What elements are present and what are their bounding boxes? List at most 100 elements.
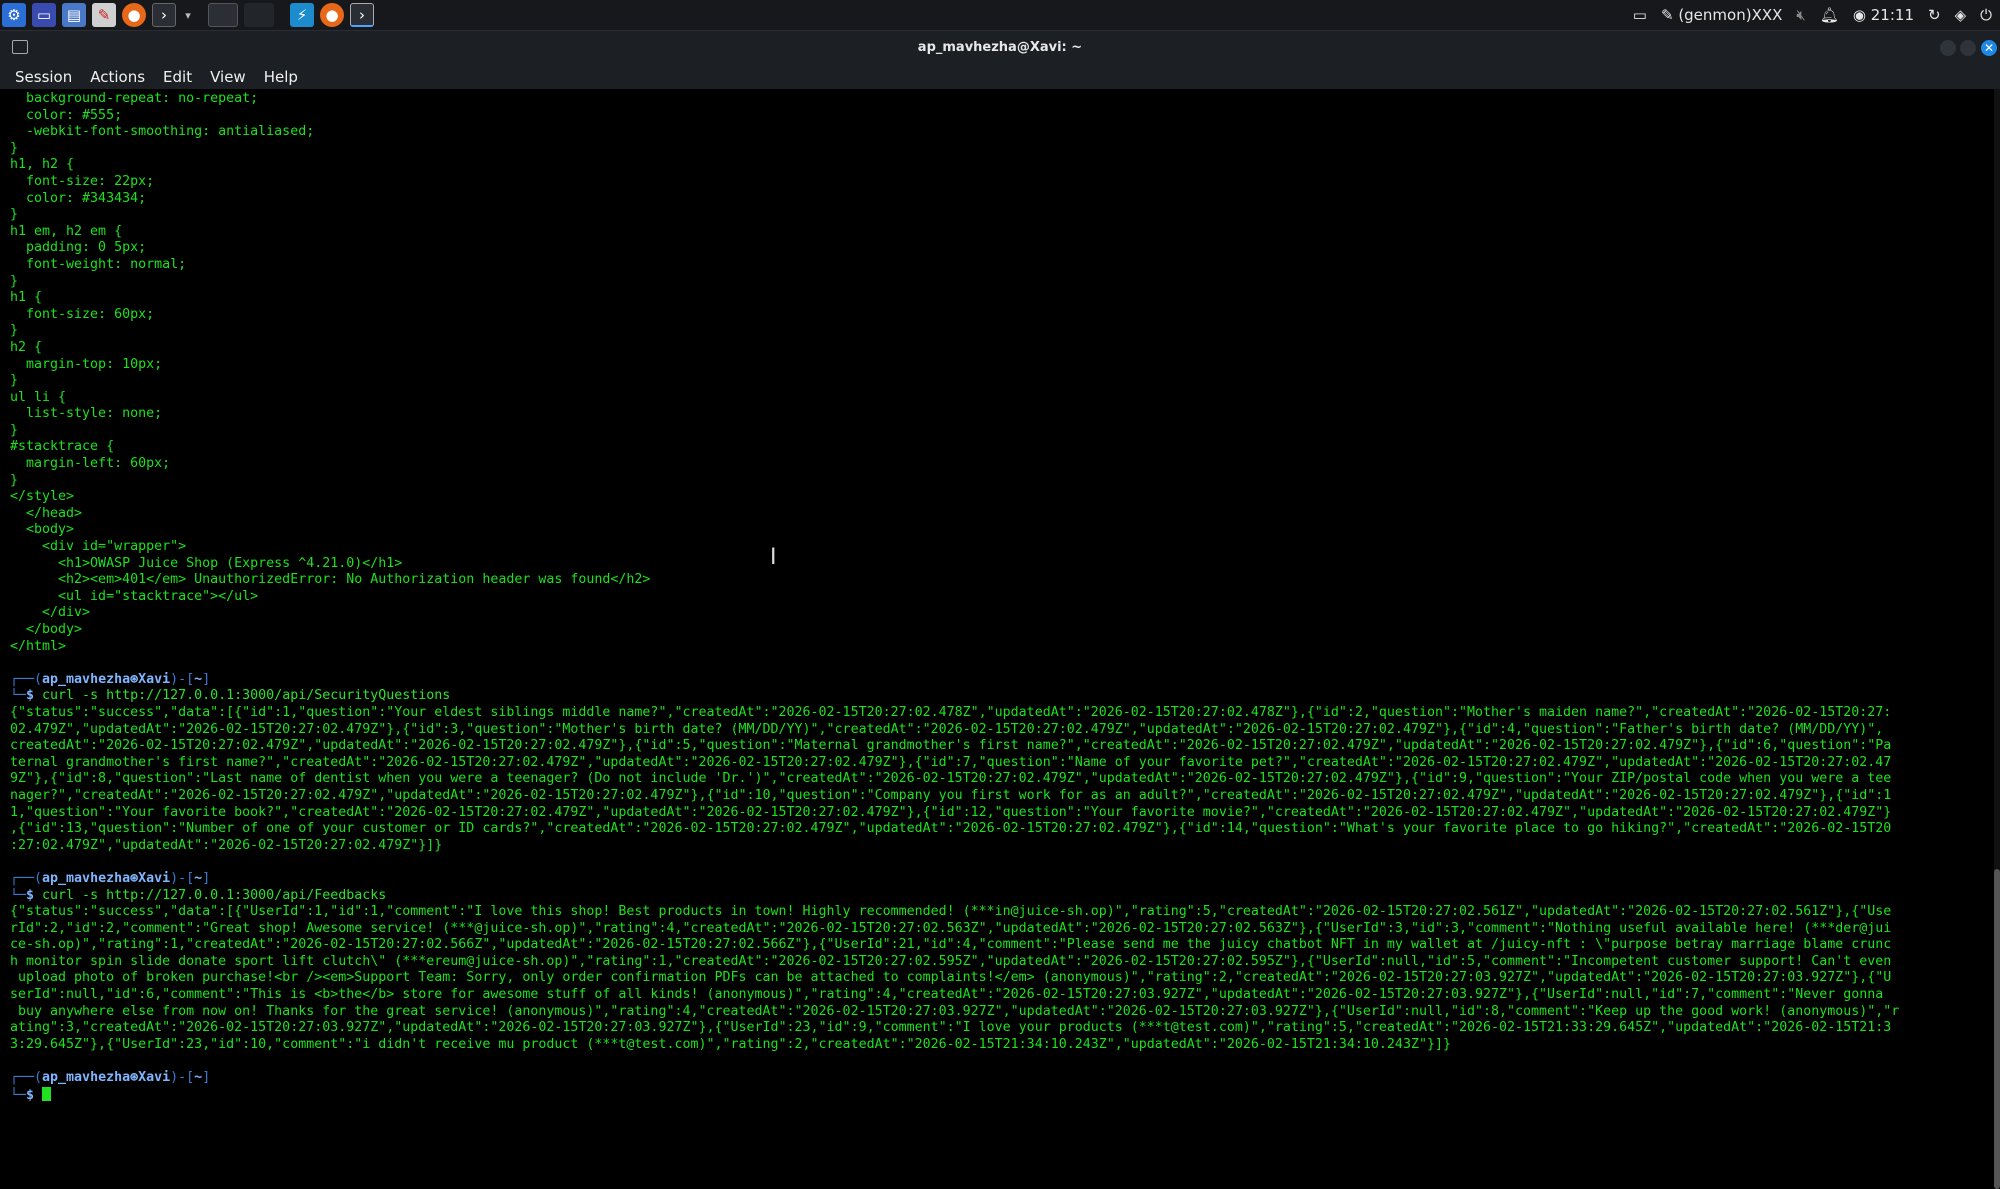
maximize-button[interactable] [1960, 40, 1976, 56]
prompt-bracket: ┌──( [10, 671, 43, 687]
top-panel: ⚙ ▭ ▤ ✎ ● › ▾ ⚡ ● › ▭ ✎ (genmon)XXX 🔇︎ 🔔… [0, 0, 2000, 31]
workspace-1[interactable] [208, 3, 238, 27]
terminal-line: ,{"id":13,"question":"Number of one of y… [10, 821, 1892, 837]
prompt-dollar: $ [26, 1087, 43, 1103]
chevron-down-icon[interactable]: ▾ [182, 3, 194, 27]
prompt-host: Xavi [138, 671, 171, 687]
terminal-line: {"status":"success","data":[{"UserId":1,… [10, 904, 1892, 920]
launcher-area: ⚙ ▭ ▤ ✎ ● › ▾ ⚡ ● › [2, 3, 380, 27]
firefox-icon[interactable]: ● [122, 3, 146, 27]
terminal-line: color: #555; [10, 107, 123, 123]
prompt-host: Xavi [138, 1070, 171, 1086]
scrollbar[interactable] [1994, 89, 2000, 1189]
terminal-line: ce-sh.op)","rating":1,"createdAt":"2026-… [10, 937, 1892, 953]
terminal-line: <div id="wrapper"> [10, 539, 187, 555]
prompt-bracket: ┌──( [10, 870, 43, 886]
clock[interactable]: ◉ 21:11 [1853, 6, 1914, 24]
terminal-line: font-size: 60px; [10, 306, 155, 322]
file-manager-icon[interactable]: ▤ [62, 3, 86, 27]
prompt-user: ap_mavhezha [42, 1070, 131, 1086]
window-titlebar[interactable]: ap_mavhezha@Xavi: ~ ✕ [0, 31, 2000, 65]
command-line: └─$ curl -s http://127.0.0.1:3000/api/Se… [10, 688, 1970, 705]
terminal-line: nager?","createdAt":"2026-02-15T20:27:02… [10, 787, 1892, 803]
terminal-icon[interactable]: › [152, 3, 176, 27]
terminal-line: buy anywhere else from now on! Thanks fo… [10, 1003, 1900, 1019]
prompt-corner: └─ [10, 887, 27, 903]
terminal-line: font-size: 22px; [10, 173, 155, 189]
terminal-line: 3:29.645Z"},{"UserId":23,"id":10,"commen… [10, 1036, 1451, 1052]
prompt-bracket: ┌──( [10, 1070, 43, 1086]
kali-menu-icon[interactable]: ⚙ [2, 3, 26, 27]
terminal-line: margin-top: 10px; [10, 356, 163, 372]
terminal-line: } [10, 140, 19, 156]
terminal-line: upload photo of broken purchase!<br /><e… [10, 970, 1892, 986]
prompt-dollar: $ [26, 688, 43, 704]
power-icon[interactable]: ⏻ [1980, 6, 1992, 24]
menu-view[interactable]: View [210, 68, 246, 86]
terminal-line: h2 { [10, 339, 43, 355]
command-text: curl -s http://127.0.0.1:3000/api/Feedba… [42, 887, 387, 903]
terminal-line: } [10, 422, 19, 438]
menu-edit[interactable]: Edit [163, 68, 192, 86]
terminal-line: 9Z"},{"id":8,"question":"Last name of de… [10, 771, 1892, 787]
workspace-2[interactable] [244, 3, 274, 27]
prompt-dollar: $ [26, 887, 43, 903]
terminal-line: h monitor spin slide donate sport lift c… [10, 953, 1892, 969]
prompt-bracket: )-[ [170, 671, 195, 687]
firefox-task-icon[interactable]: ● [320, 3, 344, 27]
command-line: └─$ curl -s http://127.0.0.1:3000/api/Fe… [10, 888, 1970, 905]
scrollbar-thumb[interactable] [1994, 869, 2000, 1189]
terminal-line: 1,"question":"Your favorite book?","crea… [10, 804, 1892, 820]
window-title: ap_mavhezha@Xavi: ~ [917, 40, 1083, 55]
monitor-icon[interactable]: ▭ [1633, 6, 1647, 24]
terminal-line: {"status":"success","data":[{"id":1,"que… [10, 704, 1892, 720]
terminal-line: :27:02.479Z","updatedAt":"2026-02-15T20:… [10, 837, 443, 853]
prompt-dir: ~ [194, 1070, 203, 1086]
terminal-task-icon[interactable]: › [350, 3, 374, 27]
terminal-line: ating":3,"createdAt":"2026-02-15T20:27:0… [10, 1020, 1892, 1036]
terminal-line: </div> [10, 605, 91, 621]
terminal-line: h1 { [10, 290, 43, 306]
prompt-bracket: )-[ [170, 1070, 195, 1086]
terminal-line: <ul id="stacktrace"></ul> [10, 588, 259, 604]
bell-icon[interactable]: 🔔︎ [1820, 6, 1839, 24]
minimize-button[interactable] [1940, 40, 1956, 56]
prompt-host: Xavi [138, 870, 171, 886]
terminal-line: list-style: none; [10, 406, 163, 422]
prompt-user: ap_mavhezha [42, 870, 131, 886]
prompt-at-icon: ⊛ [130, 671, 139, 687]
clock-text: 21:11 [1870, 6, 1914, 24]
menu-actions[interactable]: Actions [90, 68, 145, 86]
terminal-line: <h1>OWASP Juice Shop (Express ^4.21.0)</… [10, 555, 403, 571]
terminal-line: <h2><em>401</em> UnauthorizedError: No A… [10, 572, 651, 588]
mute-icon[interactable]: 🔇︎ [1796, 6, 1805, 24]
text-editor-icon[interactable]: ✎ [92, 3, 116, 27]
refresh-icon[interactable]: ↻ [1928, 6, 1941, 24]
terminal-line: <body> [10, 522, 75, 538]
network-icon[interactable]: ◈ [1955, 6, 1967, 24]
system-tray: ▭ ✎ (genmon)XXX 🔇︎ 🔔︎ ◉ 21:11 ↻ ◈ ⏻ [1633, 3, 1992, 27]
menu-help[interactable]: Help [264, 68, 298, 86]
terminal-line: -webkit-font-smoothing: antialiased; [10, 124, 315, 140]
prompt-line: ┌──(ap_mavhezha⊛Xavi)-[~] [10, 871, 1970, 888]
terminal-line: createdAt":"2026-02-15T20:27:02.479Z","u… [10, 738, 1892, 754]
desktop-icon[interactable]: ▭ [32, 3, 56, 27]
prompt-line: ┌──(ap_mavhezha⊛Xavi)-[~] [10, 1070, 1970, 1087]
prompt-dir: ~ [194, 671, 203, 687]
prompt-bracket: ] [202, 1070, 211, 1086]
terminal-area[interactable]: background-repeat: no-repeat; color: #55… [0, 89, 1996, 1125]
burp-icon[interactable]: ⚡ [290, 3, 314, 27]
prompt-at-icon: ⊛ [130, 870, 139, 886]
prompt-user: ap_mavhezha [42, 671, 131, 687]
terminal-line: } [10, 207, 19, 223]
terminal-line: 02.479Z","updatedAt":"2026-02-15T20:27:0… [10, 721, 1884, 737]
terminal-line: color: #343434; [10, 190, 147, 206]
terminal-line: margin-left: 60px; [10, 456, 171, 472]
close-button[interactable]: ✕ [1981, 40, 1997, 56]
menu-session[interactable]: Session [15, 68, 72, 86]
prompt-corner: └─ [10, 688, 27, 704]
terminal-line: serId":null,"id":6,"comment":"This is <b… [10, 987, 1884, 1003]
terminal-line: h1 em, h2 em { [10, 223, 123, 239]
